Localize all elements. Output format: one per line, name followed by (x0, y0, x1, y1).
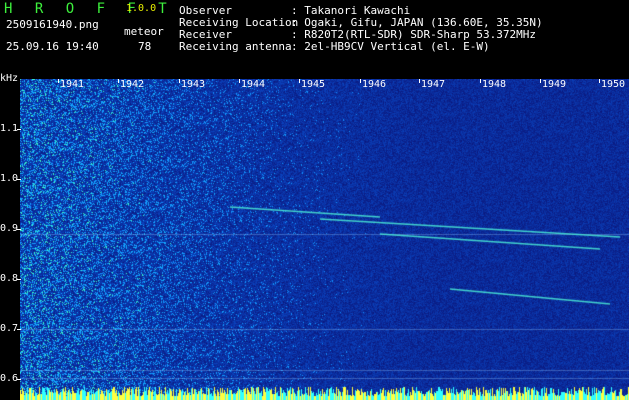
x-tick-mark (58, 79, 59, 83)
y-tick-mark (17, 129, 21, 130)
y-tick-label: 1.1 (0, 123, 19, 134)
x-tick-label: 1945 (301, 79, 326, 90)
y-tick-label: 0.8 (0, 273, 19, 284)
x-tick-label: 1942 (120, 79, 145, 90)
x-tick-mark (239, 79, 240, 83)
x-tick-label: 1947 (421, 79, 446, 90)
y-tick-mark (17, 229, 21, 230)
y-tick-mark (17, 279, 21, 280)
hrofft-window: H R O F F T 1.0.0 2509161940.png 25.09.1… (0, 0, 629, 400)
y-tick-mark (17, 329, 21, 330)
meteor-count: 78 (138, 40, 152, 53)
file-name: 2509161940.png (6, 18, 99, 31)
x-tick-mark (118, 79, 119, 83)
x-tick-label: 1946 (362, 79, 387, 90)
x-tick-label: 1949 (542, 79, 567, 90)
x-tick-label: 1950 (601, 79, 626, 90)
x-tick-mark (360, 79, 361, 83)
x-tick-mark (599, 79, 600, 83)
y-tick-mark (17, 179, 21, 180)
x-tick-label: 1941 (60, 79, 85, 90)
y-tick-mark (17, 379, 21, 380)
x-tick-label: 1944 (241, 79, 266, 90)
spectrogram-canvas (20, 79, 629, 400)
x-tick-mark (540, 79, 541, 83)
spectrogram-plot (20, 79, 629, 400)
x-tick-mark (299, 79, 300, 83)
x-tick-label: 1948 (482, 79, 507, 90)
y-axis-unit: kHz (0, 73, 19, 84)
file-datetime: 25.09.16 19:40 (6, 40, 99, 53)
x-tick-mark (480, 79, 481, 83)
x-tick-label: 1943 (181, 79, 206, 90)
x-tick-mark (179, 79, 180, 83)
app-version: 1.0.0 (126, 3, 157, 14)
y-tick-label: 0.7 (0, 323, 19, 334)
x-tick-mark (419, 79, 420, 83)
y-tick-label: 1.0 (0, 173, 19, 184)
y-tick-label: 0.6 (0, 373, 19, 384)
meteor-label: meteor (124, 25, 164, 38)
info-value-antenna: : 2el-HB9CV Vertical (el. E-W) (291, 40, 490, 53)
y-tick-label: 0.9 (0, 223, 19, 234)
info-label-antenna: Receiving antenna (179, 40, 292, 53)
